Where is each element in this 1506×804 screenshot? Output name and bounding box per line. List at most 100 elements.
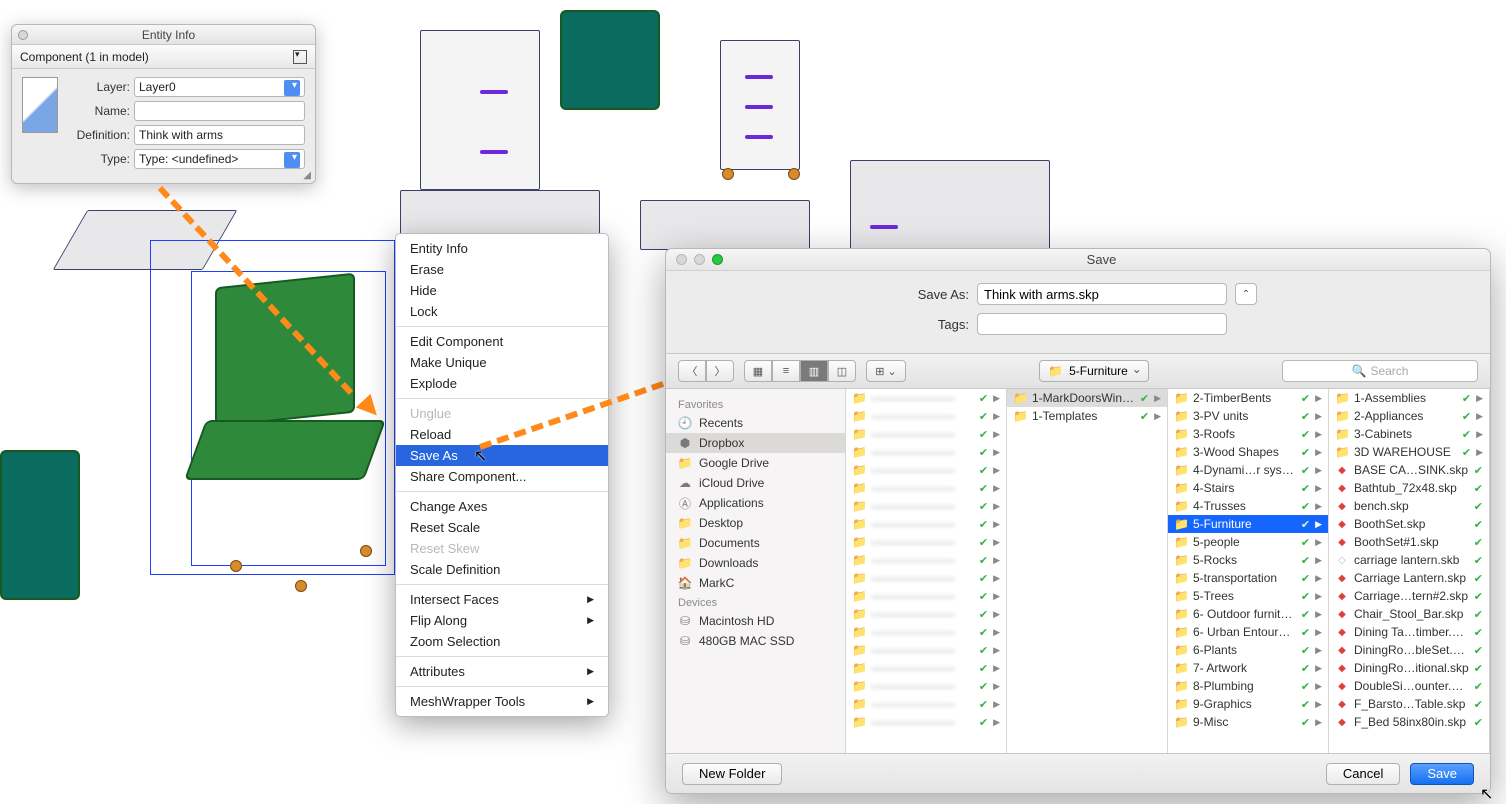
file-row[interactable]: 📁5-people✔▶ bbox=[1168, 533, 1328, 551]
context-menu-item[interactable]: Intersect Faces bbox=[396, 589, 608, 610]
sidebar-item[interactable]: 📁Downloads bbox=[666, 553, 845, 573]
sidebar-item[interactable]: ⛁480GB MAC SSD bbox=[666, 631, 845, 651]
file-row[interactable]: 📁———————✔▶ bbox=[846, 677, 1006, 695]
file-row[interactable]: 📁———————✔▶ bbox=[846, 479, 1006, 497]
search-input[interactable]: 🔍 Search bbox=[1282, 360, 1478, 382]
file-row[interactable]: 📁———————✔▶ bbox=[846, 389, 1006, 407]
file-row[interactable]: 📁———————✔▶ bbox=[846, 587, 1006, 605]
context-menu-item[interactable]: Scale Definition bbox=[396, 559, 608, 580]
sidebar-item[interactable]: ⛁Macintosh HD bbox=[666, 611, 845, 631]
view-gallery-button[interactable]: ◫ bbox=[828, 360, 856, 382]
sidebar-item[interactable]: 📁Documents bbox=[666, 533, 845, 553]
file-row[interactable]: ◆BASE CA…SINK.skp✔ bbox=[1329, 461, 1489, 479]
file-row[interactable]: 📁———————✔▶ bbox=[846, 461, 1006, 479]
file-row[interactable]: ◆bench.skp✔ bbox=[1329, 497, 1489, 515]
file-row[interactable]: ◆DiningRo…itional.skp✔ bbox=[1329, 659, 1489, 677]
view-icons-button[interactable]: ▦ bbox=[744, 360, 772, 382]
resize-handle-icon[interactable]: ◢ bbox=[303, 170, 311, 181]
path-selector[interactable]: 📁 5-Furniture bbox=[1039, 360, 1149, 382]
group-by-button[interactable]: ⊞ ⌄ bbox=[866, 360, 906, 382]
file-row[interactable]: 📁7- Artwork✔▶ bbox=[1168, 659, 1328, 677]
file-row[interactable]: ◆Dining Ta…timber.skp✔ bbox=[1329, 623, 1489, 641]
context-menu-item[interactable]: Lock bbox=[396, 301, 608, 322]
file-row[interactable]: 📁2-TimberBents✔▶ bbox=[1168, 389, 1328, 407]
file-row[interactable]: 📁6-Plants✔▶ bbox=[1168, 641, 1328, 659]
component-thumbnail[interactable] bbox=[22, 77, 58, 133]
context-menu-item[interactable]: Explode bbox=[396, 373, 608, 394]
view-columns-button[interactable]: ▥ bbox=[800, 360, 828, 382]
file-row[interactable]: 📁3-Wood Shapes✔▶ bbox=[1168, 443, 1328, 461]
file-row[interactable]: ◆Bathtub_72x48.skp✔ bbox=[1329, 479, 1489, 497]
entity-info-titlebar[interactable]: Entity Info bbox=[12, 25, 315, 45]
file-row[interactable]: 📁———————✔▶ bbox=[846, 623, 1006, 641]
sidebar-item[interactable]: 📁Desktop bbox=[666, 513, 845, 533]
context-menu-item[interactable]: Edit Component bbox=[396, 331, 608, 352]
file-row[interactable]: 📁———————✔▶ bbox=[846, 515, 1006, 533]
file-row[interactable]: ◆Chair_Stool_Bar.skp✔ bbox=[1329, 605, 1489, 623]
file-row[interactable]: 📁———————✔▶ bbox=[846, 425, 1006, 443]
file-row[interactable]: 📁2-Appliances✔▶ bbox=[1329, 407, 1489, 425]
context-menu-item[interactable]: Flip Along bbox=[396, 610, 608, 631]
close-icon[interactable] bbox=[18, 30, 28, 40]
file-row[interactable]: 📁———————✔▶ bbox=[846, 407, 1006, 425]
saveas-input[interactable]: Think with arms.skp bbox=[977, 283, 1227, 305]
close-icon[interactable] bbox=[676, 254, 687, 265]
view-list-button[interactable]: ≡ bbox=[772, 360, 800, 382]
context-menu-item[interactable]: Change Axes bbox=[396, 496, 608, 517]
file-row[interactable]: 📁1-Templates✔▶ bbox=[1007, 407, 1167, 425]
file-row[interactable]: 📁1-Assemblies✔▶ bbox=[1329, 389, 1489, 407]
tags-input[interactable] bbox=[977, 313, 1227, 335]
file-row[interactable]: 📁5-Trees✔▶ bbox=[1168, 587, 1328, 605]
file-row[interactable]: 📁6- Outdoor furniture✔▶ bbox=[1168, 605, 1328, 623]
browser-column-1[interactable]: 📁———————✔▶📁———————✔▶📁———————✔▶📁———————✔▶… bbox=[846, 389, 1007, 753]
minimize-icon[interactable] bbox=[694, 254, 705, 265]
file-row[interactable]: 📁4-Dynami…r systems✔▶ bbox=[1168, 461, 1328, 479]
browser-column-4[interactable]: 📁1-Assemblies✔▶📁2-Appliances✔▶📁3-Cabinet… bbox=[1329, 389, 1490, 753]
file-row[interactable]: 📁———————✔▶ bbox=[846, 659, 1006, 677]
browser-column-2[interactable]: 📁1-MarkDoorsWindows✔▶📁1-Templates✔▶ bbox=[1007, 389, 1168, 753]
file-row[interactable]: 📁———————✔▶ bbox=[846, 443, 1006, 461]
type-select[interactable]: Type: <undefined> bbox=[134, 149, 305, 169]
context-menu-item[interactable]: Hide bbox=[396, 280, 608, 301]
file-row[interactable]: 📁———————✔▶ bbox=[846, 497, 1006, 515]
zoom-icon[interactable] bbox=[712, 254, 723, 265]
file-row[interactable]: ◆BoothSet#1.skp✔ bbox=[1329, 533, 1489, 551]
context-menu-item[interactable]: Attributes bbox=[396, 661, 608, 682]
forward-button[interactable]: 〉 bbox=[706, 360, 734, 382]
back-button[interactable]: 〈 bbox=[678, 360, 706, 382]
sidebar-item[interactable]: ⬢Dropbox bbox=[666, 433, 845, 453]
file-row[interactable]: 📁———————✔▶ bbox=[846, 641, 1006, 659]
file-row[interactable]: 📁———————✔▶ bbox=[846, 605, 1006, 623]
file-row[interactable]: 📁5-Furniture✔▶ bbox=[1168, 515, 1328, 533]
sidebar-item[interactable]: 🕘Recents bbox=[666, 413, 845, 433]
file-row[interactable]: ◆Carriage Lantern.skp✔ bbox=[1329, 569, 1489, 587]
save-button[interactable]: Save bbox=[1410, 763, 1474, 785]
context-menu-item[interactable]: Erase bbox=[396, 259, 608, 280]
file-row[interactable]: ◆BoothSet.skp✔ bbox=[1329, 515, 1489, 533]
file-row[interactable]: 📁9-Misc✔▶ bbox=[1168, 713, 1328, 731]
file-row[interactable]: 📁3D WAREHOUSE✔▶ bbox=[1329, 443, 1489, 461]
file-row[interactable]: 📁3-Cabinets✔▶ bbox=[1329, 425, 1489, 443]
file-row[interactable]: ◇carriage lantern.skb✔ bbox=[1329, 551, 1489, 569]
sidebar-item[interactable]: ☁iCloud Drive bbox=[666, 473, 845, 493]
save-titlebar[interactable]: Save bbox=[666, 249, 1490, 271]
file-row[interactable]: 📁3-Roofs✔▶ bbox=[1168, 425, 1328, 443]
new-folder-button[interactable]: New Folder bbox=[682, 763, 782, 785]
file-row[interactable]: ◆F_Barsto…Table.skp✔ bbox=[1329, 695, 1489, 713]
file-row[interactable]: 📁———————✔▶ bbox=[846, 695, 1006, 713]
file-row[interactable]: 📁8-Plumbing✔▶ bbox=[1168, 677, 1328, 695]
context-menu-item[interactable]: MeshWrapper Tools bbox=[396, 691, 608, 712]
file-row[interactable]: 📁5-Rocks✔▶ bbox=[1168, 551, 1328, 569]
file-row[interactable]: 📁5-transportation✔▶ bbox=[1168, 569, 1328, 587]
context-menu-item[interactable]: Make Unique bbox=[396, 352, 608, 373]
file-row[interactable]: 📁———————✔▶ bbox=[846, 713, 1006, 731]
file-row[interactable]: 📁6- Urban Entourage✔▶ bbox=[1168, 623, 1328, 641]
file-row[interactable]: ◆Carriage…tern#2.skp✔ bbox=[1329, 587, 1489, 605]
context-menu-item[interactable]: Reset Scale bbox=[396, 517, 608, 538]
browser-column-3[interactable]: 📁2-TimberBents✔▶📁3-PV units✔▶📁3-Roofs✔▶📁… bbox=[1168, 389, 1329, 753]
file-row[interactable]: ◆F_Bed 58inx80in.skp✔ bbox=[1329, 713, 1489, 731]
file-row[interactable]: 📁4-Trusses✔▶ bbox=[1168, 497, 1328, 515]
context-menu-item[interactable]: Zoom Selection bbox=[396, 631, 608, 652]
file-row[interactable]: 📁9-Graphics✔▶ bbox=[1168, 695, 1328, 713]
file-row[interactable]: 📁3-PV units✔▶ bbox=[1168, 407, 1328, 425]
